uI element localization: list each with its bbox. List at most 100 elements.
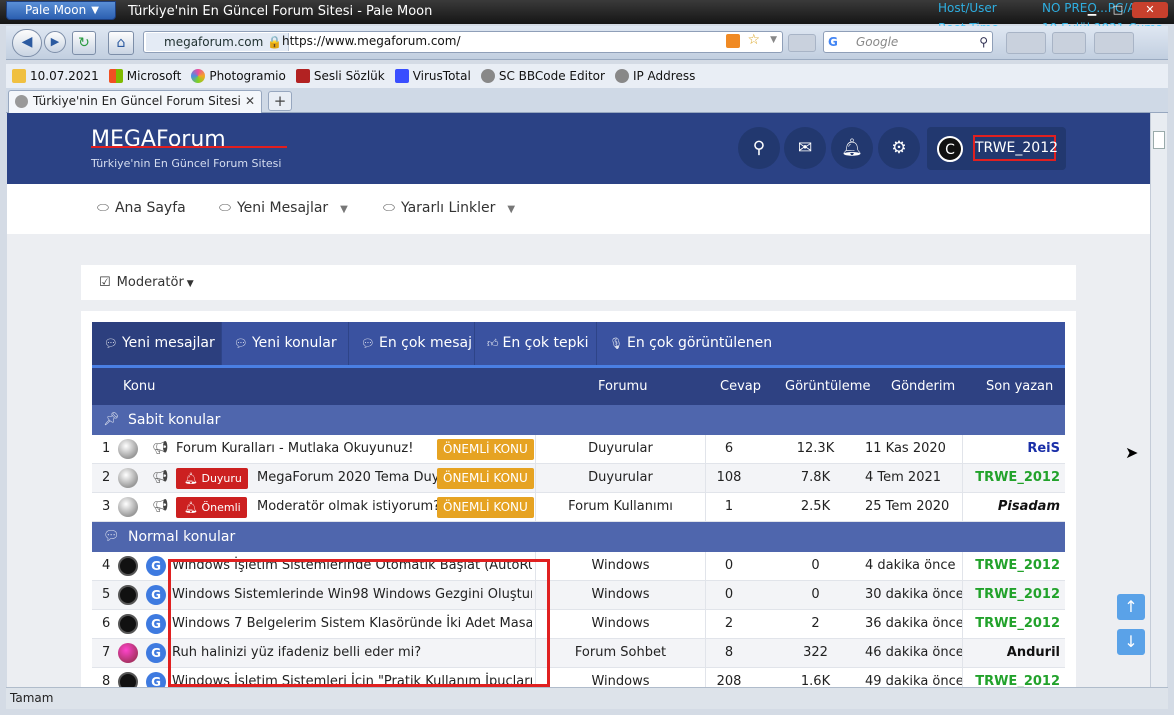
search-input[interactable]: G Google ⚲ [823,31,993,53]
search-icon[interactable]: ⚲ [979,32,988,52]
nav-home[interactable]: ⬭ Ana Sayfa [97,200,186,216]
url-dropdown-icon[interactable]: ▼ [770,35,777,45]
table-row[interactable]: 6 G Windows 7 Belgelerim Sistem Klasörün… [92,610,1065,639]
avatar[interactable] [118,585,138,605]
tab-most-reactions[interactable]: 👍︎ En çok tepki [475,322,597,365]
table-row[interactable]: 8 G Windows İşletim Sistemleri İçin "Pra… [92,668,1065,687]
table-row[interactable]: 3 📢︎ 🔔︎ Önemli Moderatör olmak istiyorum… [92,493,1065,522]
column-sent[interactable]: Gönderim [891,368,955,405]
avatar[interactable] [118,497,138,517]
last-poster[interactable]: ReiS [962,435,1060,463]
page-scrollbar[interactable] [1150,113,1167,687]
rss-icon[interactable] [726,34,740,48]
browser-tab[interactable]: Türkiye'nin En Güncel Forum Sitesi ✕ [8,90,262,113]
user-menu[interactable]: C TRWE_2012 [927,127,1066,170]
address-bar[interactable]: megaforum.com 🔒 https://www.megaforum.co… [143,31,783,53]
avatar[interactable] [118,643,138,663]
bookmark-item[interactable]: SC BBCode Editor [480,69,605,83]
bookmark-item[interactable]: Sesli Sözlük [295,69,385,83]
table-row[interactable]: 2 📢︎ 🔔︎ Duyuru MegaForum 2020 Tema Duyur… [92,464,1065,493]
topic-forum[interactable]: Windows [535,610,706,638]
gear-icon[interactable]: ⚙ [878,127,920,169]
last-poster[interactable]: TRWE_2012 [962,610,1060,638]
site-identity[interactable]: megaforum.com 🔒 [146,33,290,51]
topic-title[interactable]: Windows 7 Belgelerim Sistem Klasöründe İ… [172,610,532,638]
mail-icon[interactable]: ✉ [784,127,826,169]
topic-forum[interactable]: Duyurular [535,464,706,492]
nav-new-messages[interactable]: ⬭ Yeni Mesajlar ▼ [219,200,348,216]
tab-most-posts[interactable]: 💬︎ En çok mesaj [349,322,475,365]
topic-forum[interactable]: Forum Kullanımı [535,493,706,521]
feed-button[interactable] [788,34,816,52]
bookmark-star-icon[interactable]: ☆ [747,32,760,48]
downloads-button[interactable] [1052,32,1086,54]
last-poster[interactable]: TRWE_2012 [962,464,1060,492]
avatar[interactable] [118,439,138,459]
bookmark-item[interactable]: Microsoft [108,69,181,83]
google-avatar-icon[interactable]: G [146,672,166,687]
chevron-down-icon[interactable]: ▼ [187,279,194,289]
avatar[interactable] [118,672,138,687]
column-topic[interactable]: Konu [123,368,155,405]
last-poster[interactable]: Pisadam [962,493,1060,521]
topic-forum[interactable]: Windows [535,581,706,609]
nav-useful-links[interactable]: ⬭ Yararlı Linkler ▼ [383,200,515,216]
topic-title[interactable]: Ruh halinizi yüz ifadeniz belli eder mi? [172,639,532,667]
topic-title[interactable]: MegaForum 2020 Tema Duyurusu [257,464,437,492]
bookmark-item[interactable]: 10.07.2021 [12,69,99,83]
moderator-menu[interactable]: Moderatör [117,275,184,290]
table-row[interactable]: 7 G Ruh halinizi yüz ifadeniz belli eder… [92,639,1065,668]
tab-new-posts[interactable]: 💬︎ Yeni mesajlar [92,322,222,365]
google-avatar-icon[interactable]: G [146,556,166,576]
tab-new-threads[interactable]: 💬︎ Yeni konular [222,322,349,365]
app-menu-button[interactable]: Pale Moon ▼ [6,1,116,20]
topic-forum[interactable]: Duyurular [535,435,706,463]
close-icon[interactable]: ✕ [1132,2,1168,18]
bookmark-item[interactable]: IP Address [614,69,695,83]
table-row[interactable]: 5 G Windows Sistemlerinde Win98 Windows … [92,581,1065,610]
last-poster[interactable]: TRWE_2012 [962,581,1060,609]
topic-title[interactable]: Windows Sistemlerinde Win98 Windows Gezg… [172,581,532,609]
google-avatar-icon[interactable]: G [146,614,166,634]
google-avatar-icon[interactable]: G [146,585,166,605]
column-views[interactable]: Görüntüleme [785,368,870,405]
last-poster[interactable]: Anduril [962,639,1060,667]
minimize-icon[interactable]: ▁ [1080,2,1104,18]
topic-forum[interactable]: Forum Sohbet [535,639,706,667]
chevron-down-icon[interactable]: ▼ [507,204,515,215]
close-tab-icon[interactable]: ✕ [245,91,255,112]
chevron-down-icon[interactable]: ▼ [340,204,348,215]
avatar[interactable] [118,614,138,634]
topic-forum[interactable]: Windows [535,552,706,580]
search-icon[interactable]: ⚲ [738,127,780,169]
url-text[interactable]: https://www.megaforum.com/ [282,34,461,48]
column-last-poster[interactable]: Son yazan [986,368,1053,405]
bookmark-item[interactable]: VirusTotal [394,69,471,83]
topic-title[interactable]: Windows İşletim Sistemlerinde Otomatik B… [172,552,532,580]
table-row[interactable]: 1 📢︎ Forum Kuralları - Mutlaka Okuyunuz!… [92,435,1065,464]
site-logo[interactable]: MEGAForum [91,127,226,152]
topic-title[interactable]: Windows İşletim Sistemleri İçin "Pratik … [172,668,532,687]
avatar[interactable] [118,468,138,488]
last-poster[interactable]: TRWE_2012 [962,552,1060,580]
history-button[interactable] [1094,32,1134,54]
table-row[interactable]: 4 G Windows İşletim Sistemlerinde Otomat… [92,552,1065,581]
forward-icon[interactable]: ▶ [44,31,66,53]
scrollbar-thumb[interactable] [1153,131,1165,149]
bookmark-item[interactable]: Photogramio [191,69,286,83]
bell-icon[interactable]: 🔔︎ [831,127,873,169]
reload-icon[interactable]: ↻ [72,31,96,55]
topic-forum[interactable]: Windows [535,668,706,687]
addon-button[interactable] [1006,32,1046,54]
last-poster[interactable]: TRWE_2012 [962,668,1060,687]
tab-most-viewed[interactable]: 🎙︎ En çok görüntülenen [597,322,787,365]
scroll-top-button[interactable]: ↑ [1117,594,1145,620]
back-icon[interactable]: ◀ [12,29,42,57]
avatar[interactable] [118,556,138,576]
username[interactable]: TRWE_2012 [973,135,1058,161]
topic-title[interactable]: Moderatör olmak istiyorum? Ne yapmalıyım [257,493,437,521]
new-tab-button[interactable]: + [268,91,292,111]
google-avatar-icon[interactable]: G [146,643,166,663]
scroll-bottom-button[interactable]: ↓ [1117,629,1145,655]
column-replies[interactable]: Cevap [720,368,761,405]
